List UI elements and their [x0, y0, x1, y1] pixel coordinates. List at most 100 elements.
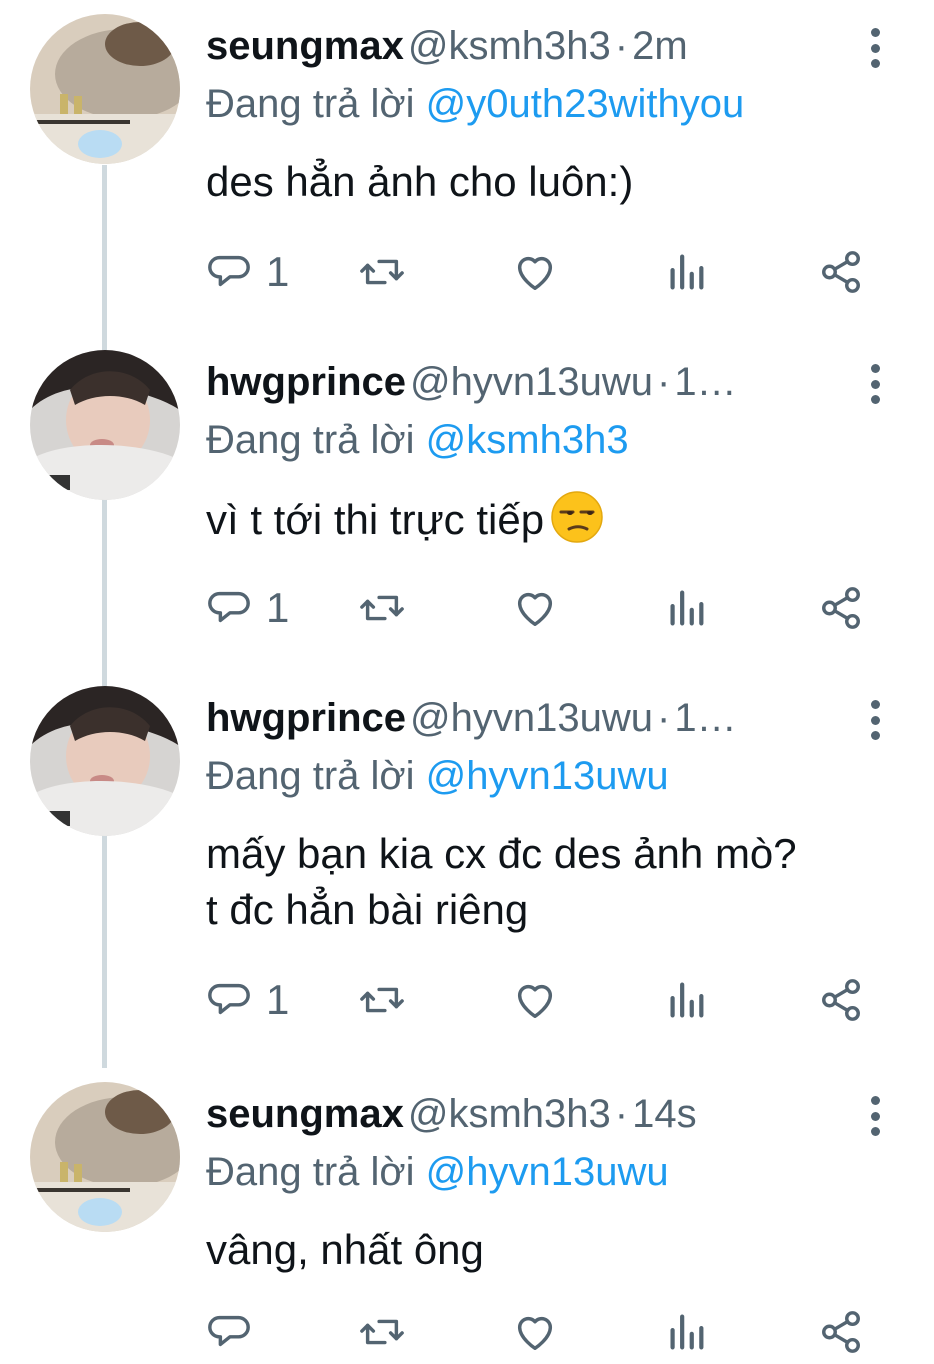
tweet-text-segment: vì t tới thi trực tiếp: [206, 496, 545, 543]
replying-to: Đang trả lời @hyvn13uwu: [206, 752, 669, 800]
heart-icon: [517, 984, 553, 1019]
retweet-button[interactable]: [358, 1302, 406, 1362]
action-bar: [206, 1302, 886, 1362]
share-icon: [822, 1311, 860, 1353]
tweet-header: hwgprince @hyvn13uwu · 1…: [206, 694, 846, 742]
share-icon: [822, 979, 860, 1021]
action-bar: 1: [206, 242, 886, 302]
views-button[interactable]: [666, 578, 706, 638]
share-icon: [822, 251, 860, 293]
reply-bubble-icon: [208, 983, 250, 1015]
share-icon: [822, 587, 860, 629]
thread-connector-line: [102, 165, 107, 1068]
tweet-header: seungmax @ksmh3h3 · 14s: [206, 1090, 846, 1138]
display-name[interactable]: hwgprince: [206, 696, 406, 740]
reply-bubble-icon: [208, 255, 250, 287]
reply-thread: seungmax @ksmh3h3 · 2m Đang trả lời @y0uth2…: [0, 0, 934, 1364]
retweet-icon: [360, 1319, 404, 1345]
replying-to: Đang trả lời @y0uth23withyou: [206, 80, 744, 128]
replying-to-handle[interactable]: @hyvn13uwu: [426, 754, 669, 798]
tweet-text: des hẳn ảnh cho luôn:): [206, 154, 906, 210]
replying-to-label: Đang trả lời: [206, 418, 415, 462]
tweet-text-line: mấy bạn kia cx đc des ảnh mò?: [206, 830, 797, 877]
action-bar: 1: [206, 970, 886, 1030]
heart-icon: [517, 592, 553, 627]
avatar-seungmax[interactable]: [30, 1082, 180, 1232]
retweet-icon: [360, 987, 404, 1013]
more-vertical-icon[interactable]: [862, 700, 888, 740]
like-button[interactable]: [512, 1302, 558, 1362]
replying-to-label: Đang trả lời: [206, 1150, 415, 1194]
share-button[interactable]: [818, 578, 864, 638]
tweet-text: mấy bạn kia cx đc des ảnh mò? t đc hẳn b…: [206, 826, 906, 938]
share-button[interactable]: [818, 242, 864, 302]
more-vertical-icon[interactable]: [862, 364, 888, 404]
user-handle[interactable]: @ksmh3h3: [408, 24, 611, 68]
separator-dot: ·: [614, 1092, 629, 1136]
separator-dot: ·: [657, 360, 671, 404]
avatar-hwgprince[interactable]: [30, 350, 180, 500]
replying-to: Đang trả lời @hyvn13uwu: [206, 1148, 669, 1196]
share-button[interactable]: [818, 970, 864, 1030]
user-handle[interactable]: @ksmh3h3: [408, 1092, 611, 1136]
display-name[interactable]: hwgprince: [206, 360, 406, 404]
display-name[interactable]: seungmax: [206, 1092, 404, 1136]
tweet-text-line: vâng, nhất ông: [206, 1226, 484, 1273]
analytics-icon: [670, 254, 704, 290]
reply-count: 1: [266, 584, 290, 631]
unamused-face-emoji: [550, 490, 604, 558]
timestamp[interactable]: 2m: [632, 24, 688, 68]
retweet-icon: [360, 595, 404, 621]
more-vertical-icon[interactable]: [862, 28, 888, 68]
avatar-hwgprince[interactable]: [30, 686, 180, 836]
action-bar: 1: [206, 578, 886, 638]
reply-bubble-icon: [208, 591, 250, 623]
reply-count: 1: [266, 976, 290, 1023]
tweet-text: vâng, nhất ông: [206, 1222, 906, 1278]
tweet-text-line: des hẳn ảnh cho luôn:): [206, 158, 634, 205]
display-name[interactable]: seungmax: [206, 24, 404, 68]
avatar-seungmax[interactable]: [30, 14, 180, 164]
replying-to-handle[interactable]: @hyvn13uwu: [426, 1150, 669, 1194]
separator-dot: ·: [657, 696, 671, 740]
replying-to: Đang trả lời @ksmh3h3: [206, 416, 629, 464]
analytics-icon: [670, 1314, 704, 1350]
reply-button[interactable]: 1: [206, 242, 289, 302]
tweet-header: hwgprince @hyvn13uwu · 1…: [206, 358, 846, 406]
tweet-text-line: vì t tới thi trực tiếp: [206, 490, 906, 558]
tweet-text-line: t đc hẳn bài riêng: [206, 886, 529, 933]
reply-button[interactable]: [206, 1302, 266, 1362]
views-button[interactable]: [666, 970, 706, 1030]
reply-count: 1: [266, 248, 290, 295]
reply-button[interactable]: 1: [206, 970, 289, 1030]
reply-bubble-icon: [208, 1315, 250, 1347]
tweet-header: seungmax @ksmh3h3 · 2m: [206, 22, 846, 70]
more-vertical-icon[interactable]: [862, 1096, 888, 1136]
analytics-icon: [670, 982, 704, 1018]
retweet-icon: [360, 259, 404, 285]
views-button[interactable]: [666, 242, 706, 302]
timestamp[interactable]: 1…: [674, 696, 736, 740]
share-button[interactable]: [818, 1302, 864, 1362]
replying-to-label: Đang trả lời: [206, 754, 415, 798]
timestamp[interactable]: 14s: [632, 1092, 697, 1136]
tweet-text: vì t tới thi trực tiếp: [206, 490, 906, 558]
retweet-button[interactable]: [358, 578, 406, 638]
separator-dot: ·: [614, 24, 629, 68]
heart-icon: [517, 256, 553, 291]
analytics-icon: [670, 590, 704, 626]
replying-to-label: Đang trả lời: [206, 82, 415, 126]
like-button[interactable]: [512, 242, 558, 302]
retweet-button[interactable]: [358, 970, 406, 1030]
retweet-button[interactable]: [358, 242, 406, 302]
heart-icon: [517, 1316, 553, 1351]
timestamp[interactable]: 1…: [674, 360, 736, 404]
user-handle[interactable]: @hyvn13uwu: [410, 696, 653, 740]
user-handle[interactable]: @hyvn13uwu: [410, 360, 653, 404]
replying-to-handle[interactable]: @ksmh3h3: [426, 418, 629, 462]
reply-button[interactable]: 1: [206, 578, 289, 638]
views-button[interactable]: [666, 1302, 706, 1362]
like-button[interactable]: [512, 970, 558, 1030]
replying-to-handle[interactable]: @y0uth23withyou: [426, 82, 745, 126]
like-button[interactable]: [512, 578, 558, 638]
